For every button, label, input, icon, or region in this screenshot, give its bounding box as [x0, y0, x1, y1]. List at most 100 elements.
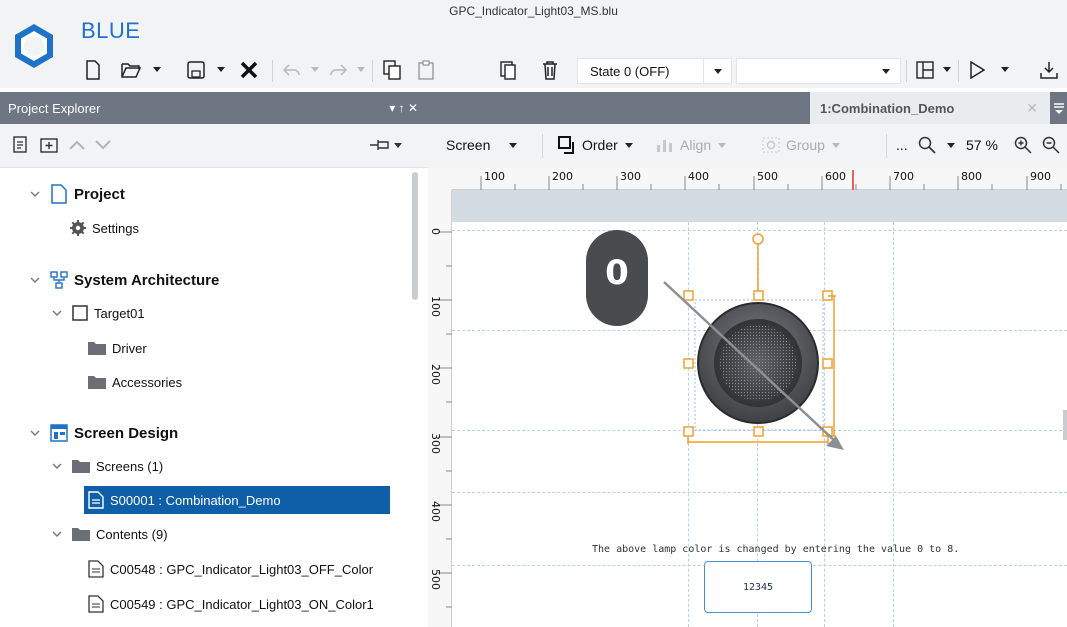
tree-label: System Architecture: [74, 271, 220, 289]
redo-caret-icon[interactable]: [356, 64, 366, 74]
tree-label: Accessories: [112, 374, 183, 390]
pin-options-icon[interactable]: [368, 138, 404, 157]
secondary-select[interactable]: [736, 58, 901, 84]
group-button[interactable]: Group: [762, 137, 841, 153]
toolbar-divider: [958, 60, 959, 82]
toolbar-divider: [906, 60, 907, 82]
zoom-out-icon[interactable]: [1042, 136, 1062, 154]
group-icon: [762, 137, 780, 153]
ruler-label: 600: [825, 170, 846, 183]
zoom-in-icon[interactable]: [1014, 136, 1034, 154]
tree-label: Screen Design: [74, 424, 179, 442]
chevron-down-icon: [718, 143, 727, 148]
tree-item-driver[interactable]: Driver: [88, 335, 147, 361]
tree-label: C00549 : GPC_Indicator_Light03_ON_Color1: [110, 596, 374, 612]
order-icon: [558, 136, 574, 154]
copy-icon[interactable]: [380, 56, 404, 84]
tree-item-settings[interactable]: Settings: [70, 215, 139, 241]
redo-icon[interactable]: [326, 56, 350, 84]
undo-icon[interactable]: [280, 56, 304, 84]
open-caret-icon[interactable]: [152, 64, 162, 74]
tree-item-project[interactable]: Project: [28, 181, 125, 207]
screen-dropdown[interactable]: Screen: [446, 137, 518, 153]
target-device-icon: [72, 305, 88, 321]
architecture-icon: [50, 271, 68, 289]
tree-label: S00001 : Combination_Demo: [110, 492, 281, 508]
tree-label: Screens (1): [96, 458, 164, 474]
paste-icon[interactable]: [414, 56, 438, 84]
chevron-down-icon: [624, 143, 633, 148]
close-file-icon[interactable]: [236, 56, 262, 84]
tree-item-screen-s00001[interactable]: S00001 : Combination_Demo: [84, 486, 390, 514]
undo-caret-icon[interactable]: [310, 64, 320, 74]
tree-item-system-architecture[interactable]: System Architecture: [28, 267, 219, 293]
order-button[interactable]: Order: [558, 136, 634, 154]
move-down-icon[interactable]: [94, 138, 112, 157]
ruler-ticks: [438, 231, 452, 608]
screen-design-icon: [50, 424, 68, 442]
window-title: GPC_Indicator_Light03_MS.blu: [449, 4, 618, 18]
add-folder-icon[interactable]: [40, 136, 58, 159]
state-select[interactable]: State 0 (OFF): [577, 58, 704, 84]
more-button[interactable]: ...: [896, 137, 908, 153]
chevron-down-icon: [509, 143, 518, 148]
save-caret-icon[interactable]: [216, 64, 226, 74]
ruler-label: 300: [429, 433, 442, 454]
chevron-down-icon[interactable]: [50, 306, 64, 320]
tree-item-screens[interactable]: Screens (1): [50, 453, 163, 479]
chevron-down-icon[interactable]: [50, 459, 64, 473]
ruler-label: 400: [429, 501, 442, 522]
tree-label: Target01: [94, 305, 145, 321]
explorer-toolbar: [0, 124, 428, 168]
ruler-label: 800: [961, 170, 982, 183]
tree-item-content-c00549[interactable]: C00549 : GPC_Indicator_Light03_ON_Color1: [88, 591, 374, 617]
tree-item-accessories[interactable]: Accessories: [88, 369, 182, 395]
download-icon[interactable]: [1036, 56, 1062, 84]
explorer-scrollbar[interactable]: [412, 172, 418, 300]
ruler-label: 500: [429, 569, 442, 590]
guide-line: [452, 492, 1067, 493]
tree-label: Driver: [112, 340, 147, 356]
chevron-down-icon[interactable]: [28, 426, 42, 440]
play-caret-icon[interactable]: [1000, 64, 1010, 74]
canvas-scrollbar[interactable]: [1063, 410, 1067, 440]
play-icon[interactable]: [964, 56, 990, 84]
screen-file-icon: [88, 491, 104, 509]
layout-icon[interactable]: [912, 56, 938, 84]
numeric-input-display[interactable]: 12345: [704, 561, 812, 613]
tree-label: C00548 : GPC_Indicator_Light03_OFF_Color: [110, 561, 374, 577]
tab-menu-icon[interactable]: [1050, 92, 1067, 124]
indicator-lamp-graphic: [663, 233, 844, 450]
design-canvas[interactable]: 0 The above lamp color is changed by ent…: [452, 190, 1067, 627]
trash-icon[interactable]: [538, 56, 562, 84]
chevron-down-icon[interactable]: [50, 527, 64, 541]
tree-label: Contents (9): [96, 526, 168, 542]
open-folder-icon[interactable]: [118, 56, 144, 84]
panel-controls[interactable]: ▾ ↑ ✕: [389, 101, 418, 115]
new-file-icon[interactable]: [82, 56, 104, 84]
folder-icon: [72, 528, 90, 541]
state-dropdown-button[interactable]: [704, 58, 732, 84]
align-button[interactable]: Align: [656, 137, 727, 153]
mouse-button-label: 0: [605, 253, 629, 293]
ruler-label: 100: [429, 296, 442, 317]
instruction-caption: The above lamp color is changed by enter…: [592, 544, 960, 555]
tree-item-screen-design[interactable]: Screen Design: [28, 420, 178, 446]
tree-label: Settings: [92, 220, 139, 236]
align-icon: [657, 140, 672, 152]
zoom-icon: [918, 136, 936, 154]
move-up-icon[interactable]: [68, 138, 86, 157]
chevron-down-icon[interactable]: [881, 66, 891, 76]
layout-caret-icon[interactable]: [942, 64, 952, 74]
tree-item-target[interactable]: Target01: [50, 300, 145, 326]
duplicate-icon[interactable]: [496, 56, 520, 84]
chevron-down-icon[interactable]: [28, 187, 42, 201]
chevron-down-icon[interactable]: [28, 273, 42, 287]
save-icon[interactable]: [184, 56, 208, 84]
tree-item-contents[interactable]: Contents (9): [50, 521, 168, 547]
close-icon[interactable]: ✕: [1026, 100, 1038, 117]
add-item-icon[interactable]: [12, 136, 30, 159]
zoom-control[interactable]: 57 %: [918, 136, 998, 154]
tab-combination-demo[interactable]: 1:Combination_Demo ✕: [810, 92, 1050, 124]
tree-item-content-c00548[interactable]: C00548 : GPC_Indicator_Light03_OFF_Color: [88, 556, 373, 582]
